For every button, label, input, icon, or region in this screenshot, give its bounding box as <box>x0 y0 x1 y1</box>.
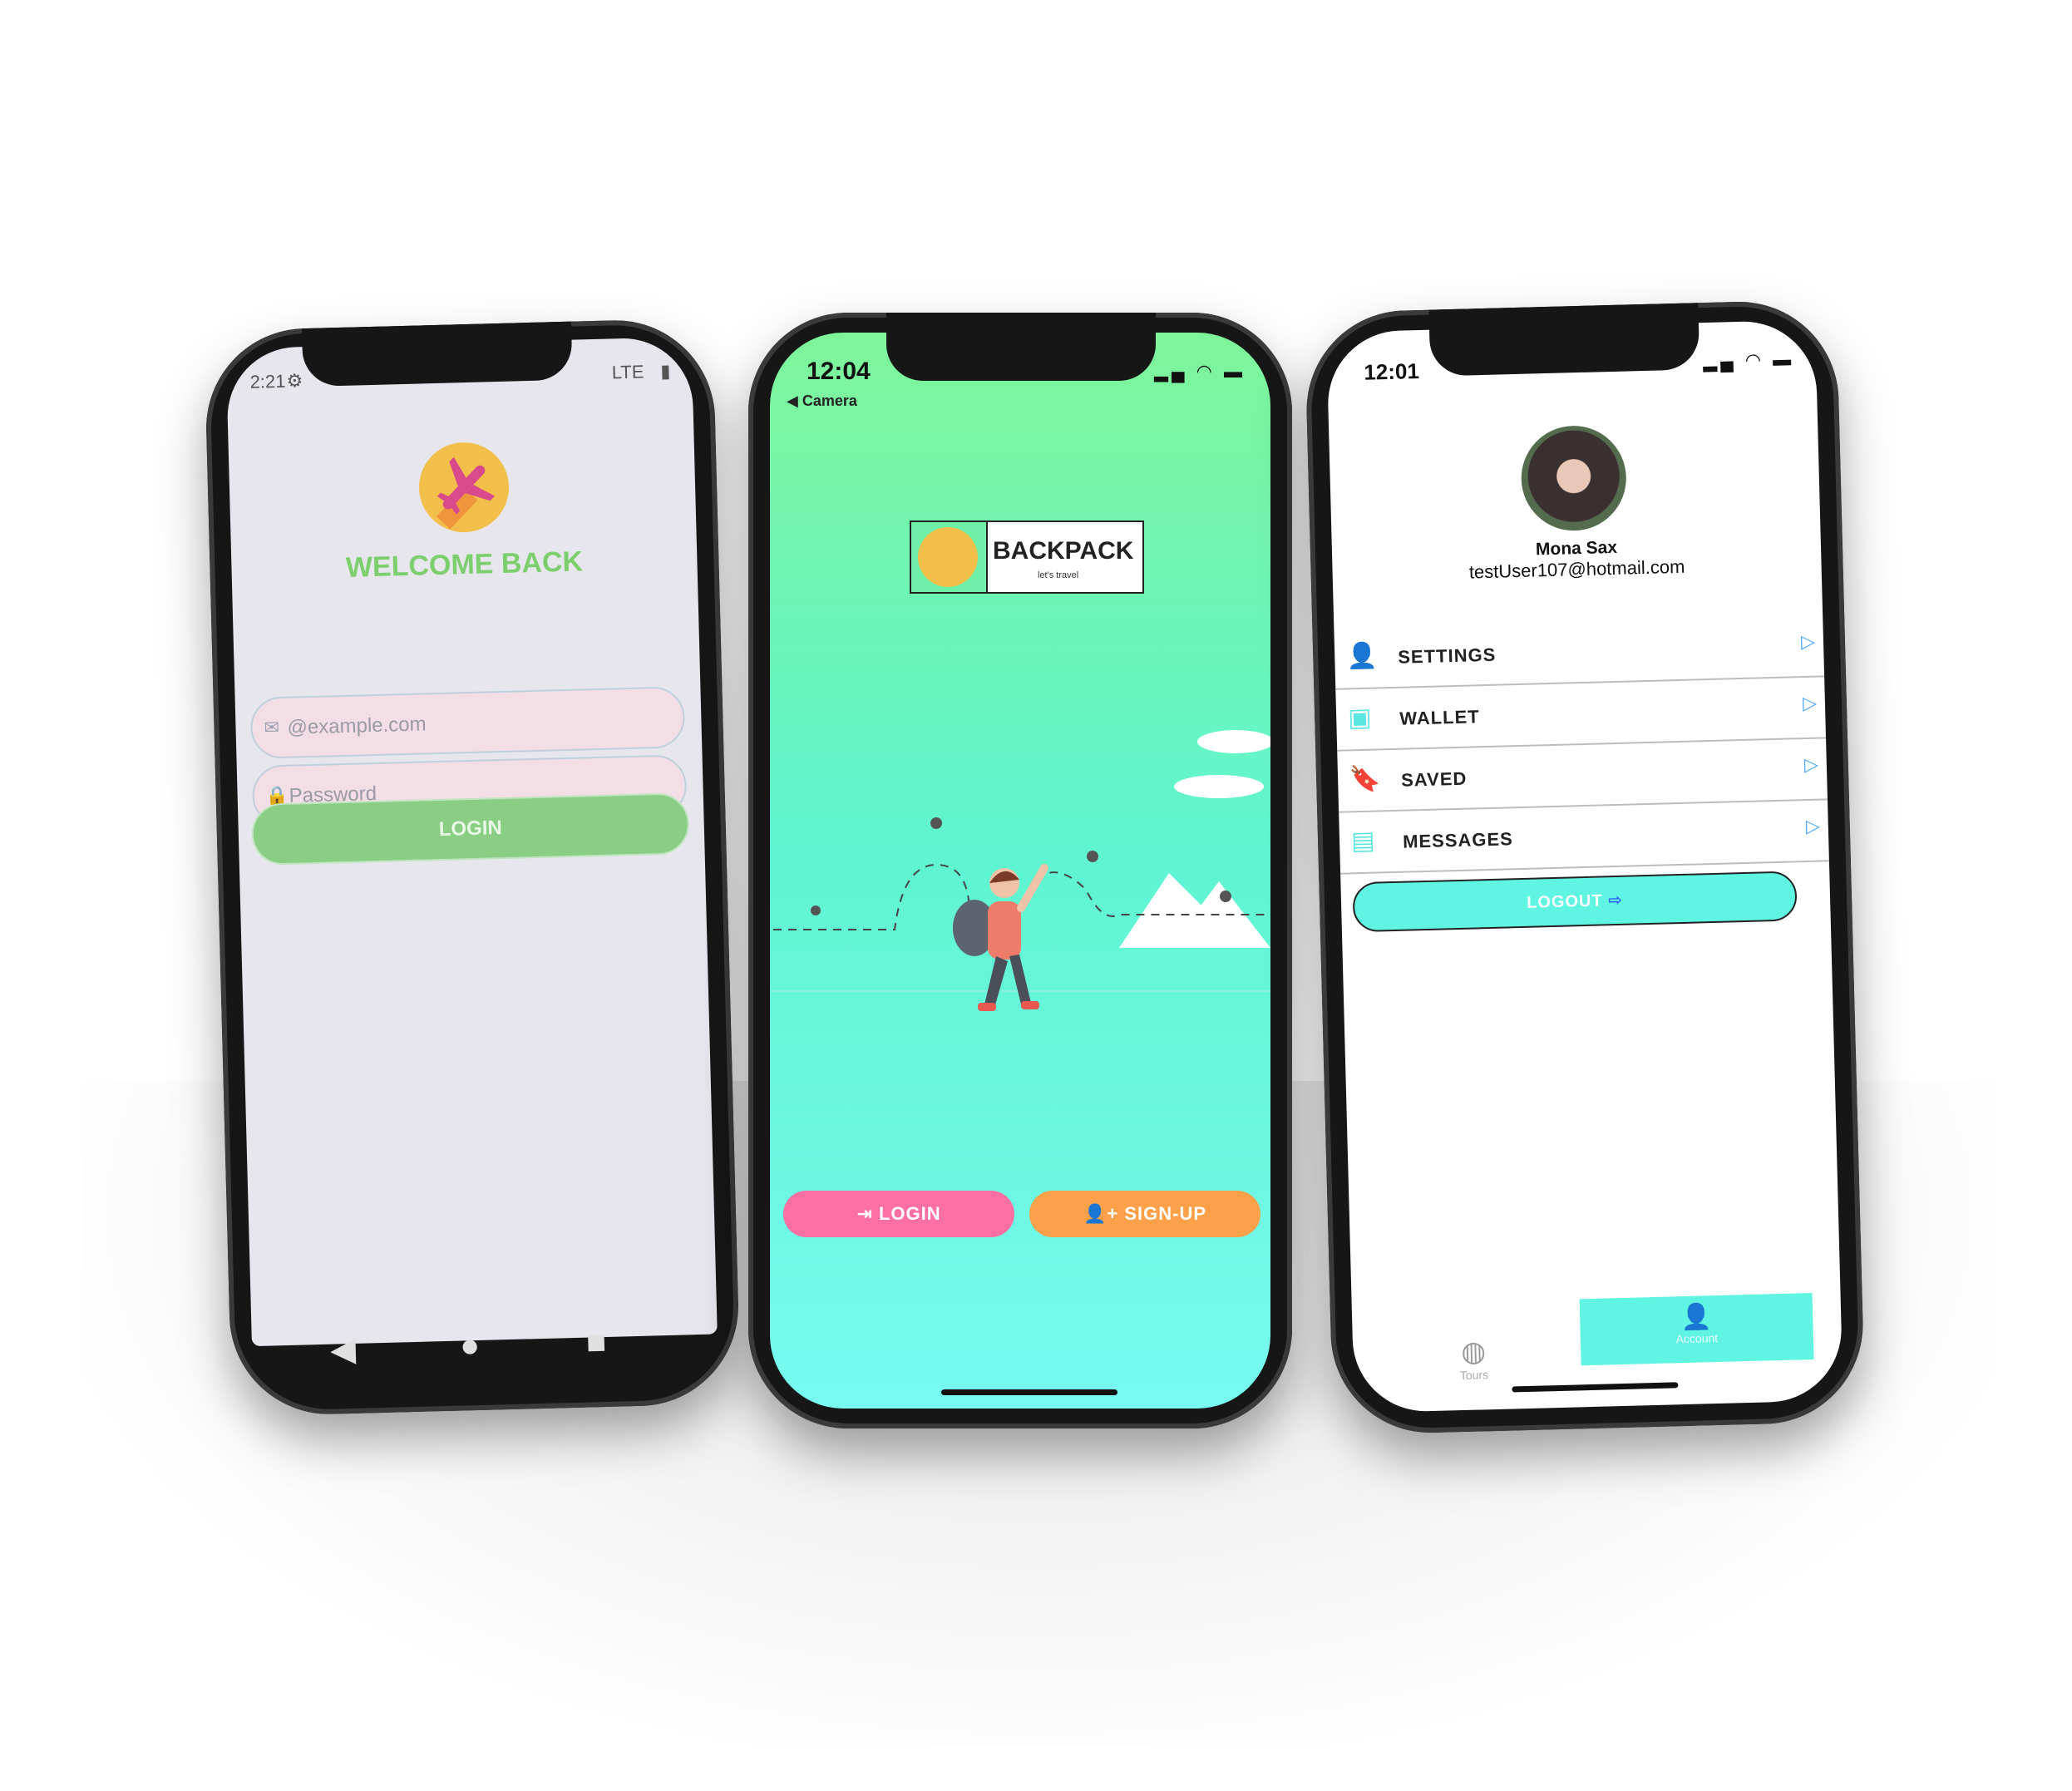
back-to-camera-link[interactable]: ◀ Camera <box>787 392 857 410</box>
tab-label: Account <box>1675 1331 1719 1346</box>
email-field[interactable]: ✉ @example.com <box>249 686 686 759</box>
tab-tours[interactable]: ◍ Tours <box>1436 1335 1512 1383</box>
brand-tagline: let's travel <box>1038 570 1079 580</box>
menu-label: SAVED <box>1400 767 1468 791</box>
account-screen: 12:01 ▂▄ ◠ ▬ Mona Sax testUser107@hotmai… <box>1326 319 1843 1414</box>
signal-wifi-battery-icon: ▂▄ ◠ ▬ <box>1154 361 1246 382</box>
chevron-right-icon: ▷ <box>1803 753 1819 776</box>
android-phone-login: 2:21 ⚙ LTE ▮ WELCOME BACK ✉ @example.com… <box>204 318 741 1417</box>
tab-account[interactable]: 👤 Account <box>1579 1293 1814 1366</box>
tab-bar: ◍ Tours 👤 Account <box>1352 1292 1843 1413</box>
back-nav-button[interactable]: ◀ <box>330 1330 357 1369</box>
status-time: 2:21 <box>249 370 286 392</box>
iphone-account: 12:01 ▂▄ ◠ ▬ Mona Sax testUser107@hotmai… <box>1304 298 1866 1436</box>
menu-label: MESSAGES <box>1402 828 1514 852</box>
home-indicator <box>941 1389 1117 1395</box>
brand-name: BACKPACK <box>993 537 1134 565</box>
message-icon: ▤ <box>1350 826 1375 856</box>
traveler-illustration <box>770 730 1270 1011</box>
login-button[interactable]: LOGIN <box>250 792 690 866</box>
chevron-right-icon: ▷ <box>1802 692 1818 714</box>
logout-button[interactable]: LOGOUT ⇨ <box>1352 871 1798 933</box>
login-button[interactable]: ⇥ LOGIN <box>783 1191 1014 1237</box>
menu-label: SETTINGS <box>1397 644 1497 668</box>
signup-label: SIGN-UP <box>1124 1203 1207 1224</box>
user-icon: 👤 <box>1345 642 1379 671</box>
logo-badge <box>911 522 988 592</box>
network-label: LTE <box>611 361 644 383</box>
login-label: LOGIN <box>878 1203 941 1224</box>
bookmark-icon: 🔖 <box>1349 765 1381 794</box>
person-icon: 👤 <box>1680 1303 1713 1332</box>
status-time: 12:04 <box>807 358 871 385</box>
airplane-icon <box>436 456 496 530</box>
menu-item-messages[interactable]: ▤ MESSAGES ▷ <box>1339 800 1829 875</box>
add-user-icon: 👤+ <box>1083 1203 1125 1224</box>
logout-label: LOGOUT <box>1526 891 1603 912</box>
home-nav-button[interactable]: ● <box>459 1327 480 1365</box>
signup-button[interactable]: 👤+ SIGN-UP <box>1029 1191 1260 1237</box>
recents-nav-button[interactable]: ■ <box>585 1324 606 1362</box>
welcome-screen: 12:04 ◀ Camera ▂▄ ◠ ▬ BACKPACK let's tra… <box>770 333 1270 1409</box>
login-screen: 2:21 ⚙ LTE ▮ WELCOME BACK ✉ @example.com… <box>225 336 718 1347</box>
avatar[interactable] <box>1520 424 1628 532</box>
mail-icon: ✉ <box>264 717 280 738</box>
chevron-right-icon: ▷ <box>1800 630 1816 653</box>
phone-notch <box>1428 303 1700 377</box>
battery-icon: ▮ <box>660 360 671 382</box>
page-title: WELCOME BACK <box>345 545 584 584</box>
login-icon: ⇥ <box>856 1203 879 1224</box>
brand-logo: BACKPACK let's travel <box>910 521 1144 594</box>
signal-wifi-battery-icon: ▂▄ ◠ ▬ <box>1702 348 1795 373</box>
status-time: 12:01 <box>1363 358 1420 385</box>
app-logo <box>417 441 511 534</box>
settings-status-icon: ⚙ <box>286 370 303 392</box>
airplane-icon <box>918 527 978 587</box>
email-placeholder: @example.com <box>287 713 427 739</box>
wallet-icon: ▣ <box>1347 703 1372 733</box>
iphone-welcome: 12:04 ◀ Camera ▂▄ ◠ ▬ BACKPACK let's tra… <box>748 313 1292 1428</box>
globe-icon: ◍ <box>1460 1335 1487 1369</box>
menu-label: WALLET <box>1399 706 1480 729</box>
phone-notch <box>886 313 1156 381</box>
phone-notch <box>301 321 573 387</box>
tab-label: Tours <box>1459 1368 1489 1383</box>
logout-icon: ⇨ <box>1607 891 1624 910</box>
chevron-right-icon: ▷ <box>1805 815 1821 837</box>
